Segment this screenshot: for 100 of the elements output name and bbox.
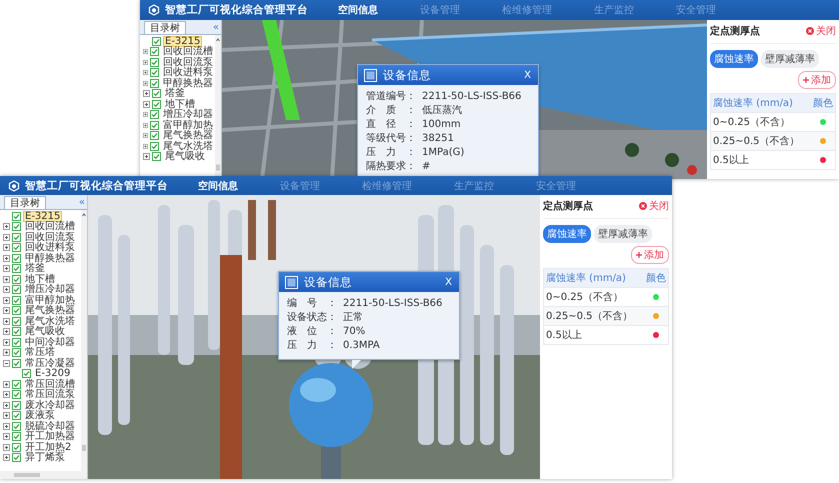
tree-item[interactable]: 回收回流泵 <box>161 56 215 68</box>
tree-item[interactable]: 地下槽 <box>23 274 57 285</box>
tree-item[interactable]: 增压冷却器 <box>23 284 77 296</box>
plus-box-icon[interactable] <box>3 234 10 241</box>
tree-item[interactable]: 回收回流泵 <box>23 232 77 243</box>
checkbox[interactable] <box>12 411 21 420</box>
plus-box-icon[interactable] <box>143 48 148 56</box>
tree-item[interactable]: 常压回流泵 <box>23 389 77 400</box>
checkbox[interactable] <box>12 254 21 263</box>
tree-item[interactable]: E-3215 <box>163 36 202 47</box>
plus-box-icon[interactable] <box>3 318 10 325</box>
checkbox[interactable] <box>12 422 21 431</box>
close-button[interactable]: X <box>524 70 531 80</box>
tree-item[interactable]: 常压回流槽 <box>23 378 77 390</box>
checkbox[interactable] <box>12 212 21 221</box>
tree-item[interactable]: E-3215 <box>23 210 62 222</box>
tree-item[interactable]: 异丁烯泵 <box>23 452 67 464</box>
plus-box-icon[interactable] <box>3 412 10 420</box>
tree-item[interactable]: 甲醇换热器 <box>23 252 77 264</box>
checkbox[interactable] <box>150 142 159 151</box>
plus-box-icon[interactable] <box>3 402 10 409</box>
checkbox[interactable] <box>150 78 159 88</box>
plus-box-icon[interactable] <box>3 254 10 262</box>
tree-item[interactable]: E-3209 <box>33 368 72 380</box>
tree-item[interactable]: 尾气吸收 <box>23 326 67 338</box>
tree-item[interactable]: 废液泵 <box>23 410 57 422</box>
plus-box-icon[interactable] <box>143 69 148 76</box>
nav-tab[interactable]: 空间信息 <box>338 3 378 17</box>
plus-box-icon[interactable] <box>143 80 148 87</box>
plus-box-icon[interactable] <box>143 58 148 66</box>
scrollbar-drawing[interactable] <box>0 471 87 479</box>
tree-tab[interactable]: 目录树 <box>144 21 186 34</box>
tree-item[interactable]: 中间冷却器 <box>23 336 77 348</box>
checkbox[interactable] <box>150 131 159 140</box>
plus-box-icon[interactable] <box>3 244 10 252</box>
checkbox[interactable] <box>150 58 159 67</box>
checkbox[interactable] <box>12 232 21 242</box>
checkbox[interactable] <box>12 316 21 326</box>
checkbox[interactable] <box>152 36 161 46</box>
filter-tab[interactable]: 壁厚减薄率 <box>761 50 819 68</box>
checkbox[interactable] <box>150 47 159 56</box>
plus-box-icon[interactable] <box>3 433 10 440</box>
checkbox[interactable] <box>12 296 21 305</box>
plus-box-icon[interactable] <box>143 132 148 140</box>
add-button[interactable]: 添加 <box>798 71 836 89</box>
scrollbar-drawing[interactable] <box>81 210 87 471</box>
checkbox[interactable] <box>12 306 21 316</box>
checkbox[interactable] <box>12 285 21 294</box>
tree-item[interactable]: 增压冷却器 <box>161 109 215 120</box>
close-button[interactable]: X <box>445 276 452 288</box>
tree-item[interactable]: 尾气换热器 <box>161 130 215 142</box>
filter-tab[interactable]: 壁厚减薄率 <box>594 225 652 243</box>
tree-item[interactable]: 富甲醇加热 <box>23 294 77 306</box>
tree-item[interactable]: 甲醇换热器 <box>161 78 215 89</box>
nav-tab[interactable]: 空间信息 <box>198 178 238 192</box>
checkbox[interactable] <box>152 89 161 98</box>
checkbox[interactable] <box>150 68 159 78</box>
tree-item[interactable]: 尾气水洗塔 <box>23 316 77 327</box>
tree-item[interactable]: 常压冷凝器 <box>23 358 77 369</box>
tree-item[interactable]: 富甲醇加热 <box>161 120 215 131</box>
plus-box-icon[interactable] <box>3 422 10 430</box>
tree-item[interactable]: 尾气吸收 <box>163 151 207 162</box>
tree-item[interactable]: 脱硫冷却器 <box>23 420 77 432</box>
collapse-button[interactable]: « <box>212 22 219 34</box>
checkbox[interactable] <box>12 264 21 274</box>
checkbox[interactable] <box>150 120 159 130</box>
checkbox[interactable] <box>12 243 21 252</box>
tree-item[interactable]: 回收进料泵 <box>23 242 77 254</box>
checkbox[interactable] <box>22 369 31 378</box>
checkbox[interactable] <box>12 338 21 347</box>
checkbox[interactable] <box>12 274 21 284</box>
filter-tab[interactable]: 腐蚀速率 <box>543 225 591 243</box>
minus-box-icon[interactable] <box>3 360 10 367</box>
checkbox[interactable] <box>152 152 161 162</box>
plus-box-icon[interactable] <box>3 454 10 462</box>
plus-box-icon[interactable] <box>3 307 10 314</box>
tree-item[interactable]: 地下槽 <box>163 98 197 110</box>
plus-box-icon[interactable] <box>143 142 148 150</box>
tree-item[interactable]: 尾气水洗塔 <box>161 140 215 152</box>
collapse-button[interactable]: « <box>78 197 85 209</box>
plus-box-icon[interactable] <box>3 265 10 272</box>
scrollbar-drawing[interactable] <box>215 35 221 179</box>
tree-item[interactable]: 常压塔 <box>23 347 57 358</box>
plus-box-icon[interactable] <box>3 286 10 294</box>
tree-item[interactable]: 尾气换热器 <box>23 305 77 316</box>
plus-box-icon[interactable] <box>143 111 148 118</box>
filter-tab[interactable]: 腐蚀速率 <box>710 50 758 68</box>
tree-item[interactable]: 回收进料泵 <box>161 67 215 78</box>
tree-item[interactable]: 塔釜 <box>163 88 187 100</box>
checkbox[interactable] <box>12 432 21 442</box>
tree-item[interactable]: 回收回流槽 <box>161 46 215 58</box>
checkbox[interactable] <box>12 358 21 368</box>
plus-box-icon[interactable] <box>3 328 10 336</box>
add-button[interactable]: 添加 <box>631 246 669 264</box>
checkbox[interactable] <box>150 110 159 120</box>
plus-box-icon[interactable] <box>143 100 150 108</box>
tree-item[interactable]: 废水冷却器 <box>23 400 77 411</box>
plus-box-icon[interactable] <box>3 296 10 304</box>
checkbox[interactable] <box>152 100 161 109</box>
checkbox[interactable] <box>12 400 21 410</box>
